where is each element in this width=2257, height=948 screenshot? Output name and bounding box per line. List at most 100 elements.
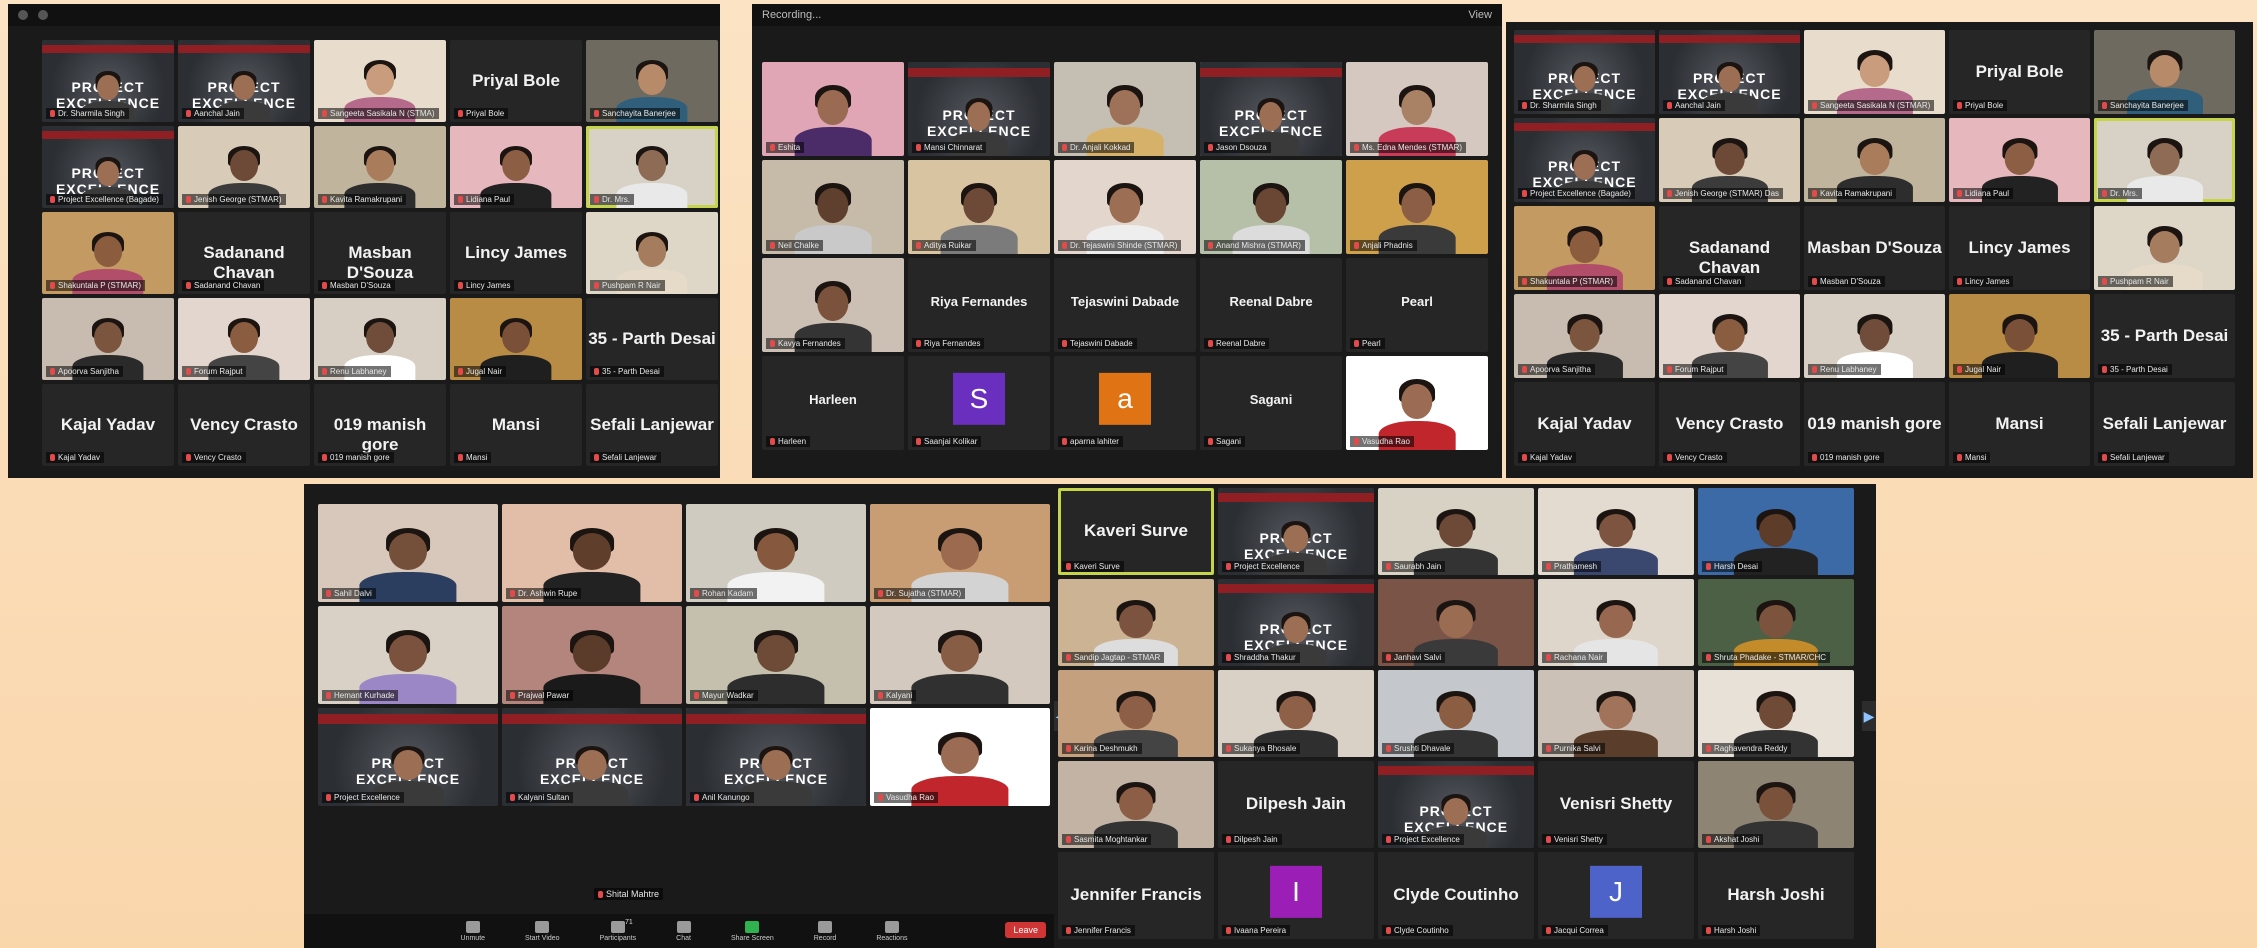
- participant-tile[interactable]: Mansi Mansi: [1949, 382, 2090, 466]
- participant-tile[interactable]: Dr. Mrs.: [586, 126, 718, 208]
- participant-tile[interactable]: Mansi Mansi: [450, 384, 582, 466]
- participant-tile[interactable]: Dr. Ashwin Rupe: [502, 504, 682, 602]
- participant-tile[interactable]: Reenal Dabre Reenal Dabre: [1200, 258, 1342, 352]
- participant-tile[interactable]: Renu Labhaney: [1804, 294, 1945, 378]
- participant-tile[interactable]: Kajal Yadav Kajal Yadav: [1514, 382, 1655, 466]
- participant-tile[interactable]: Dr. Mrs.: [2094, 118, 2235, 202]
- control-unmute[interactable]: Unmute: [461, 920, 485, 942]
- participant-tile[interactable]: Sangeeta Sasikala N (STMAR): [1804, 30, 1945, 114]
- participant-tile[interactable]: Shakuntala P (STMAR): [42, 212, 174, 294]
- participant-tile[interactable]: PROJECT EXCELLENCEAanchal Jain: [178, 40, 310, 122]
- participant-tile[interactable]: Lidiana Paul: [1949, 118, 2090, 202]
- participant-tile[interactable]: Janhavi Salvi: [1378, 579, 1534, 666]
- participant-tile[interactable]: Sanchayita Banerjee: [2094, 30, 2235, 114]
- participant-tile[interactable]: Apoorva Sanjitha: [1514, 294, 1655, 378]
- participant-tile[interactable]: 019 manish gore 019 manish gore: [314, 384, 446, 466]
- participant-tile[interactable]: Sangeeta Sasikala N (STMA): [314, 40, 446, 122]
- participant-tile[interactable]: Kavya Fernandes: [762, 258, 904, 352]
- participant-tile[interactable]: Priyal Bole Priyal Bole: [450, 40, 582, 122]
- next-page-arrow[interactable]: ▶: [1862, 701, 1876, 731]
- participant-tile[interactable]: Sefali Lanjewar Sefali Lanjewar: [2094, 382, 2235, 466]
- participant-tile[interactable]: Riya Fernandes Riya Fernandes: [908, 258, 1050, 352]
- participant-tile[interactable]: Forum Rajput: [178, 298, 310, 380]
- participant-tile[interactable]: Vasudha Rao: [1346, 356, 1488, 450]
- participant-tile[interactable]: Kavita Ramakrupani: [314, 126, 446, 208]
- participant-tile[interactable]: Shruta Phadake - STMAR/CHC: [1698, 579, 1854, 666]
- participant-tile[interactable]: Anjali Phadnis: [1346, 160, 1488, 254]
- participant-tile[interactable]: Masban D'Souza Masban D'Souza: [1804, 206, 1945, 290]
- participant-tile[interactable]: Sefali Lanjewar Sefali Lanjewar: [586, 384, 718, 466]
- participant-tile[interactable]: Harsh Joshi Harsh Joshi: [1698, 852, 1854, 939]
- participant-tile[interactable]: PROJECT EXCELLENCEAanchal Jain: [1659, 30, 1800, 114]
- participant-tile[interactable]: Saurabh Jain: [1378, 488, 1534, 575]
- participant-tile[interactable]: Aditya Ruikar: [908, 160, 1050, 254]
- window-control-icon[interactable]: [38, 10, 48, 20]
- participant-tile[interactable]: Vency Crasto Vency Crasto: [1659, 382, 1800, 466]
- participant-tile[interactable]: Lincy James Lincy James: [1949, 206, 2090, 290]
- participant-tile[interactable]: Forum Rajput: [1659, 294, 1800, 378]
- control-start-video[interactable]: Start Video: [525, 920, 560, 942]
- control-reactions[interactable]: Reactions: [876, 920, 907, 942]
- participant-tile[interactable]: Jugal Nair: [450, 298, 582, 380]
- participant-tile[interactable]: PROJECT EXCELLENCEJason Dsouza: [1200, 62, 1342, 156]
- participant-tile[interactable]: Vasudha Rao: [870, 708, 1050, 806]
- participant-tile[interactable]: Jennifer Francis Jennifer Francis: [1058, 852, 1214, 939]
- participant-tile[interactable]: Mayur Wadkar: [686, 606, 866, 704]
- participant-tile[interactable]: Clyde Coutinho Clyde Coutinho: [1378, 852, 1534, 939]
- participant-tile[interactable]: Priyal Bole Priyal Bole: [1949, 30, 2090, 114]
- participant-tile[interactable]: Prajwal Pawar: [502, 606, 682, 704]
- participant-tile[interactable]: Dr. Anjali Kokkad: [1054, 62, 1196, 156]
- participant-tile[interactable]: PROJECT EXCELLENCEAnil Kanungo: [686, 708, 866, 806]
- participant-tile[interactable]: Prathamesh: [1538, 488, 1694, 575]
- participant-tile[interactable]: PROJECT EXCELLENCEMansi Chinnarat: [908, 62, 1050, 156]
- participant-tile[interactable]: Pushpam R Nair: [2094, 206, 2235, 290]
- participant-tile[interactable]: Renu Labhaney: [314, 298, 446, 380]
- control-participants[interactable]: Participants 71: [600, 919, 637, 942]
- participant-tile[interactable]: PROJECT EXCELLENCEProject Excellence: [1378, 761, 1534, 848]
- participant-tile[interactable]: Dr. Sujatha (STMAR): [870, 504, 1050, 602]
- participant-tile[interactable]: Lincy James Lincy James: [450, 212, 582, 294]
- participant-tile[interactable]: Anand Mishra (STMAR): [1200, 160, 1342, 254]
- leave-button[interactable]: Leave: [1005, 922, 1046, 938]
- participant-tile[interactable]: Pushpam R Nair: [586, 212, 718, 294]
- participant-tile[interactable]: Jenish George (STMAR): [178, 126, 310, 208]
- participant-tile[interactable]: Kavita Ramakrupani: [1804, 118, 1945, 202]
- window-control-icon[interactable]: [18, 10, 28, 20]
- participant-tile[interactable]: Akshat Joshi: [1698, 761, 1854, 848]
- participant-tile[interactable]: Venisri Shetty Venisri Shetty: [1538, 761, 1694, 848]
- participant-tile[interactable]: Sukanya Bhosale: [1218, 670, 1374, 757]
- control-share-screen[interactable]: Share Screen: [731, 920, 774, 942]
- control-record[interactable]: Record: [814, 920, 836, 942]
- participant-tile[interactable]: Rohan Kadam: [686, 504, 866, 602]
- participant-tile[interactable]: 35 - Parth Desai 35 - Parth Desai: [2094, 294, 2235, 378]
- participant-tile[interactable]: Shakuntala P (STMAR): [1514, 206, 1655, 290]
- participant-tile[interactable]: Kaveri Surve Kaveri Surve: [1058, 488, 1214, 575]
- participant-tile[interactable]: Rachana Nair: [1538, 579, 1694, 666]
- participant-tile[interactable]: Sasmita Moghtankar: [1058, 761, 1214, 848]
- participant-tile[interactable]: Vency Crasto Vency Crasto: [178, 384, 310, 466]
- view-menu[interactable]: View: [1468, 9, 1492, 21]
- participant-tile[interactable]: Harsh Desai: [1698, 488, 1854, 575]
- participant-tile[interactable]: 35 - Parth Desai 35 - Parth Desai: [586, 298, 718, 380]
- participant-tile[interactable]: Sanchayita Banerjee: [586, 40, 718, 122]
- control-chat[interactable]: Chat: [676, 920, 691, 942]
- participant-tile[interactable]: Dilpesh Jain Dilpesh Jain: [1218, 761, 1374, 848]
- participant-tile[interactable]: Sahil Dalvi: [318, 504, 498, 602]
- participant-tile[interactable]: Tejaswini Dabade Tejaswini Dabade: [1054, 258, 1196, 352]
- participant-tile[interactable]: Purnika Salvi: [1538, 670, 1694, 757]
- participant-tile[interactable]: PROJECT EXCELLENCEProject Excellence (Ba…: [1514, 118, 1655, 202]
- participant-tile[interactable]: Masban D'Souza Masban D'Souza: [314, 212, 446, 294]
- participant-tile[interactable]: Srushti Dhavale: [1378, 670, 1534, 757]
- participant-tile[interactable]: Sagani Sagani: [1200, 356, 1342, 450]
- participant-tile[interactable]: Pearl Pearl: [1346, 258, 1488, 352]
- participant-tile[interactable]: PROJECT EXCELLENCEShraddha Thakur: [1218, 579, 1374, 666]
- participant-tile[interactable]: Lidiana Paul: [450, 126, 582, 208]
- participant-tile[interactable]: PROJECT EXCELLENCEDr. Sharmila Singh: [1514, 30, 1655, 114]
- participant-tile[interactable]: I Ivaana Pereira: [1218, 852, 1374, 939]
- participant-tile[interactable]: Kalyani: [870, 606, 1050, 704]
- participant-tile[interactable]: Apoorva Sanjitha: [42, 298, 174, 380]
- participant-tile[interactable]: Harleen Harleen: [762, 356, 904, 450]
- participant-tile[interactable]: Kajal Yadav Kajal Yadav: [42, 384, 174, 466]
- participant-tile[interactable]: Hemant Kurhade: [318, 606, 498, 704]
- participant-tile[interactable]: Eshita: [762, 62, 904, 156]
